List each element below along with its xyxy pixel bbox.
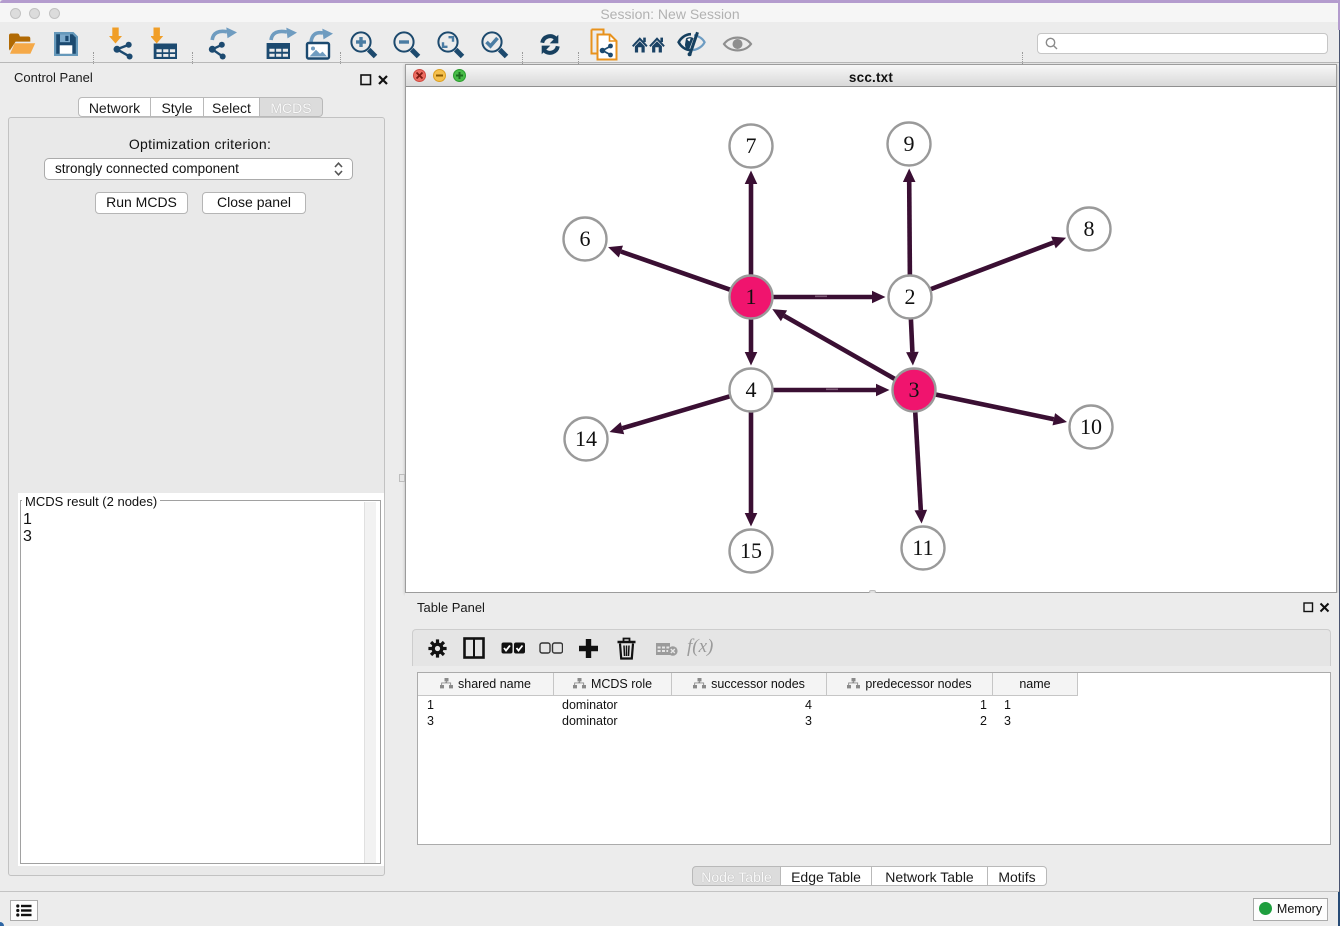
svg-text:8: 8 xyxy=(1084,216,1095,241)
svg-text:11: 11 xyxy=(912,535,933,560)
svg-text:7: 7 xyxy=(746,133,757,158)
svg-text:6: 6 xyxy=(580,226,591,251)
svg-text:2: 2 xyxy=(905,284,916,309)
svg-text:14: 14 xyxy=(575,426,597,451)
svg-text:9: 9 xyxy=(904,131,915,156)
svg-text:15: 15 xyxy=(740,538,762,563)
svg-text:4: 4 xyxy=(746,377,757,402)
svg-text:10: 10 xyxy=(1080,414,1102,439)
svg-text:1: 1 xyxy=(746,284,757,309)
svg-text:3: 3 xyxy=(909,377,920,402)
